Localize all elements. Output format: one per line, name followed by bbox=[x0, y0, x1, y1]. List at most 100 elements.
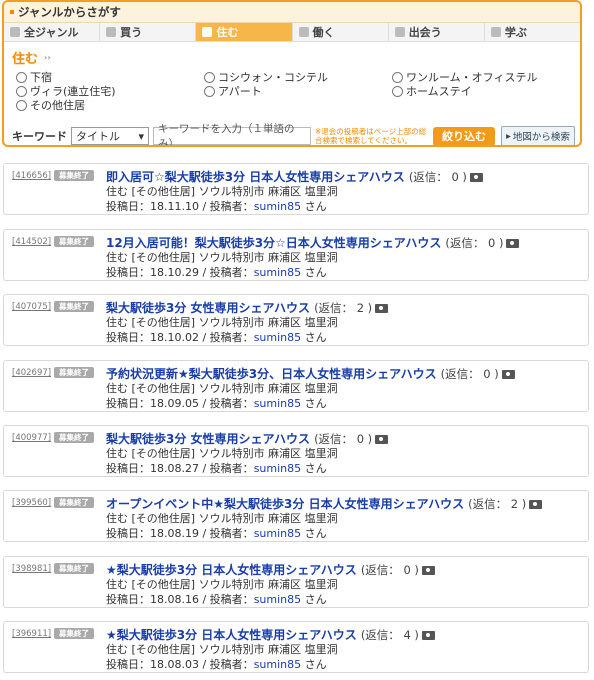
camera-icon bbox=[469, 173, 483, 182]
keyword-row: キーワード タイトル ▾ キーワードを入力（１単語のみ） ※退会の投稿者はページ… bbox=[4, 123, 580, 145]
post-title-link[interactable]: 梨大駅徒歩3分 女性専用シェアハウス bbox=[106, 432, 310, 446]
post-title-link[interactable]: 梨大駅徒歩3分 女性専用シェアハウス bbox=[106, 301, 310, 315]
cart-icon bbox=[106, 27, 117, 37]
status-badge: 募集終了 bbox=[54, 432, 94, 443]
user-link[interactable]: sumin85 bbox=[254, 462, 301, 475]
post-date: 投稿日：18.08.19 / 投稿者： bbox=[106, 527, 254, 540]
post-date: 投稿日：18.08.27 / 投稿者： bbox=[106, 462, 254, 475]
list-item: [407075] 募集終了 梨大駅徒歩3分 女性専用シェアハウス (返信： 2 )… bbox=[3, 294, 589, 346]
post-meta: 投稿日：18.08.03 / 投稿者：sumin85 さん bbox=[106, 656, 327, 672]
option-homestay[interactable]: ホームステイ bbox=[392, 83, 472, 99]
post-title-link[interactable]: ★梨大駅徒歩3分 日本人女性専用シェアハウス bbox=[106, 628, 357, 642]
post-date: 投稿日：18.10.02 / 投稿者： bbox=[106, 331, 254, 344]
briefcase-icon bbox=[298, 27, 309, 37]
post-meta: 投稿日：18.11.10 / 投稿者：sumin85 さん bbox=[106, 198, 327, 214]
post-id-link[interactable]: [402697] bbox=[12, 368, 51, 378]
post-id-link[interactable]: [416656] bbox=[12, 171, 51, 181]
tab-label: 働く bbox=[312, 26, 335, 39]
list-item: [414502] 募集終了 12月入居可能！梨大駅徒歩3分☆日本人女性専用シェア… bbox=[3, 229, 589, 281]
select-value: タイトル bbox=[76, 130, 120, 143]
chevron-right-icon: ›› bbox=[44, 53, 51, 62]
list-item: [416656] 募集終了 即入居可☆梨大駅徒歩3分 日本人女性専用シェアハウス… bbox=[3, 163, 589, 215]
post-id-link[interactable]: [400977] bbox=[12, 433, 51, 443]
tab-label: 買う bbox=[120, 26, 143, 39]
status-badge: 募集終了 bbox=[54, 301, 94, 312]
tab-learn[interactable]: 学ぶ bbox=[484, 23, 580, 41]
reply-count: (返信： 0 ) bbox=[360, 563, 419, 577]
post-date: 投稿日：18.09.05 / 投稿者： bbox=[106, 397, 254, 410]
tab-buy[interactable]: 買う bbox=[100, 23, 197, 41]
post-category: 住む [その他住居] ソウル特別市 麻浦区 塩里洞 bbox=[106, 251, 338, 264]
post-meta: 投稿日：18.09.05 / 投稿者：sumin85 さん bbox=[106, 395, 327, 411]
tab-meet[interactable]: 出会う bbox=[388, 23, 485, 41]
radio-button[interactable] bbox=[204, 71, 215, 83]
all-genres-icon bbox=[10, 27, 20, 37]
user-link[interactable]: sumin85 bbox=[254, 527, 301, 540]
square-bullet-icon bbox=[10, 10, 14, 14]
post-title-link[interactable]: 予約状況更新★梨大駅徒歩3分、日本人女性専用シェアハウス bbox=[106, 367, 437, 381]
user-link[interactable]: sumin85 bbox=[254, 397, 301, 410]
user-suffix: さん bbox=[301, 200, 327, 213]
post-id-link[interactable]: [414502] bbox=[12, 237, 51, 247]
tab-all-genres[interactable]: 全ジャンル bbox=[4, 23, 101, 41]
list-item: [396911] 募集終了 ★梨大駅徒歩3分 日本人女性専用シェアハウス (返信：… bbox=[3, 621, 589, 673]
option-other[interactable]: その他住居 bbox=[16, 97, 85, 113]
user-suffix: さん bbox=[301, 266, 327, 279]
camera-icon bbox=[529, 500, 543, 509]
user-link[interactable]: sumin85 bbox=[254, 200, 301, 213]
status-badge: 募集終了 bbox=[54, 497, 94, 508]
reply-count: (返信： 0 ) bbox=[408, 170, 467, 184]
pencil-icon bbox=[490, 27, 501, 37]
user-suffix: さん bbox=[301, 397, 327, 410]
user-link[interactable]: sumin85 bbox=[254, 331, 301, 344]
radio-button[interactable] bbox=[16, 71, 27, 83]
status-badge: 募集終了 bbox=[54, 236, 94, 247]
post-date: 投稿日：18.10.29 / 投稿者： bbox=[106, 266, 254, 279]
tab-work[interactable]: 働く bbox=[292, 23, 389, 41]
search-button[interactable]: 絞り込む bbox=[433, 126, 495, 145]
user-link[interactable]: sumin85 bbox=[254, 593, 301, 606]
play-arrow-icon: ▸ bbox=[506, 130, 511, 142]
radio-button[interactable] bbox=[392, 71, 403, 83]
user-suffix: さん bbox=[301, 462, 327, 475]
post-id-link[interactable]: [399560] bbox=[12, 498, 51, 508]
post-category: 住む [その他住居] ソウル特別市 麻浦区 塩里洞 bbox=[106, 316, 338, 329]
keyword-label: キーワード bbox=[12, 130, 67, 143]
post-id-link[interactable]: [407075] bbox=[12, 302, 51, 312]
keyword-target-select[interactable]: タイトル ▾ bbox=[71, 127, 149, 145]
list-item: [398981] 募集終了 ★梨大駅徒歩3分 日本人女性専用シェアハウス (返信：… bbox=[3, 556, 589, 608]
category-title-text: 住む bbox=[12, 52, 39, 67]
user-link[interactable]: sumin85 bbox=[254, 658, 301, 671]
status-badge: 募集終了 bbox=[54, 563, 94, 574]
radio-button[interactable] bbox=[16, 99, 27, 111]
post-title-link[interactable]: 12月入居可能！梨大駅徒歩3分☆日本人女性専用シェアハウス bbox=[106, 236, 441, 250]
tab-label: 全ジャンル bbox=[24, 26, 79, 39]
camera-icon bbox=[375, 304, 389, 313]
category-title: 住む ›› bbox=[12, 48, 580, 67]
radio-button[interactable] bbox=[16, 85, 27, 97]
post-category: 住む [その他住居] ソウル特別市 麻浦区 塩里洞 bbox=[106, 578, 338, 591]
option-apartment[interactable]: アパート bbox=[204, 83, 262, 99]
radio-button[interactable] bbox=[204, 85, 215, 97]
post-meta: 投稿日：18.08.16 / 投稿者：sumin85 さん bbox=[106, 591, 327, 607]
camera-icon bbox=[375, 435, 389, 444]
post-id-link[interactable]: [396911] bbox=[12, 629, 51, 639]
status-badge: 募集終了 bbox=[54, 628, 94, 639]
tab-label: 住む bbox=[216, 26, 239, 39]
post-title-link[interactable]: 即入居可☆梨大駅徒歩3分 日本人女性専用シェアハウス bbox=[106, 170, 405, 184]
keyword-input[interactable]: キーワードを入力（１単語のみ） bbox=[153, 123, 311, 145]
radio-button[interactable] bbox=[392, 85, 403, 97]
genre-header: ジャンルからさがす bbox=[4, 2, 580, 23]
camera-icon bbox=[421, 631, 435, 640]
tab-label: 出会う bbox=[408, 26, 442, 39]
reply-count: (返信： 2 ) bbox=[468, 497, 527, 511]
post-id-link[interactable]: [398981] bbox=[12, 564, 51, 574]
keyword-note: ※退会の投稿者はページ上部の総合検索で検索してください。 bbox=[315, 127, 427, 145]
tab-live[interactable]: 住む bbox=[196, 23, 293, 41]
post-title-link[interactable]: ★梨大駅徒歩3分 日本人女性専用シェアハウス bbox=[106, 563, 357, 577]
person-icon bbox=[394, 27, 405, 37]
map-button-label: 地図から検索 bbox=[512, 132, 570, 143]
user-link[interactable]: sumin85 bbox=[254, 266, 301, 279]
map-search-button[interactable]: ▸ 地図から検索 bbox=[501, 126, 575, 145]
post-title-link[interactable]: オープンイベント中★梨大駅徒歩3分 日本人女性専用シェアハウス bbox=[106, 497, 464, 511]
